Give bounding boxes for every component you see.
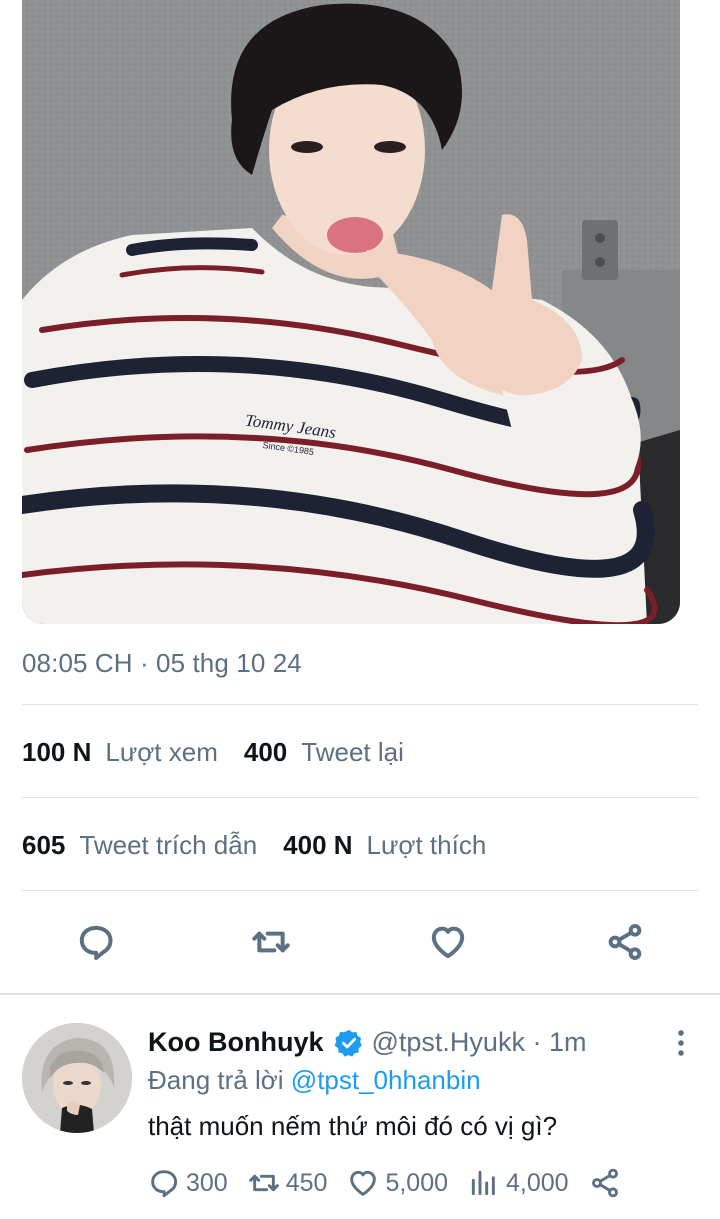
reply-like-button[interactable]: 5,000 [347,1167,448,1199]
avatar-image [22,1023,132,1133]
divider [22,797,698,798]
reply-retweet-button[interactable]: 450 [248,1167,328,1199]
heart-icon [431,926,465,959]
reply-button[interactable] [68,912,124,972]
tweet-timestamp[interactable]: 08:05 CH · 05 thg 10 24 [22,648,302,679]
divider [22,704,698,705]
quotes-count: 605 [22,830,66,860]
like-count: 5,000 [385,1168,448,1197]
stats-row-2: 605 Tweet trích dẫn 400 N Lượt thích [22,830,512,861]
reply-views-button[interactable]: 4,000 [468,1167,569,1199]
tweet-photo[interactable]: Tommy Jeans Since ©1985 [22,0,680,624]
retweets-count: 400 [243,737,288,767]
quotes-label: Tweet trích dẫn [79,830,258,860]
retweet-button[interactable] [243,912,299,972]
author-name[interactable]: Koo Bonhuyk [148,1027,324,1058]
tweet-action-bar [0,912,720,972]
reply-reply-button[interactable]: 300 [148,1167,228,1199]
stats-row-1: 100 N Lượt xem 400 Tweet lại [22,737,430,768]
verified-badge-icon [334,1029,362,1057]
likes-stat[interactable]: 400 N Lượt thích [283,830,486,861]
replying-mention[interactable]: @tpst_0hhanbin [291,1065,481,1095]
retweets-label: Tweet lại [301,737,404,767]
retweet-icon [248,1174,279,1192]
photo-illustration: Tommy Jeans Since ©1985 [22,0,680,624]
divider [22,890,698,891]
reply-action-bar: 300 450 5,000 4,000 [148,1167,647,1199]
views-count: 100 N [22,737,92,767]
replying-prefix: Đang trả lời [148,1065,284,1095]
views-stat[interactable]: 100 N Lượt xem [22,737,218,768]
share-icon [608,924,642,960]
views-label: Lượt xem [105,737,218,767]
reply-count: 300 [186,1168,228,1197]
retweets-stat[interactable]: 400 Tweet lại [244,737,404,768]
reply-header: Koo Bonhuyk @tpst.Hyukk · 1m [148,1027,586,1058]
retweet-count: 450 [285,1168,328,1197]
share-icon [591,1168,618,1198]
views-icon [471,1170,495,1196]
likes-label: Lượt thích [366,830,487,860]
heart-icon [350,1170,377,1196]
author-handle-time[interactable]: @tpst.Hyukk · 1m [372,1027,587,1058]
more-icon[interactable] [676,1029,686,1057]
replying-to: Đang trả lời @tpst_0hhanbin [148,1065,481,1096]
reply-icon [151,1170,178,1198]
retweet-icon [252,931,290,953]
share-button[interactable] [597,912,653,972]
reply-share-button[interactable] [589,1167,627,1199]
quotes-stat[interactable]: 605 Tweet trích dẫn [22,830,257,861]
like-button[interactable] [420,912,476,972]
likes-count: 400 N [283,830,353,860]
reply-icon [79,925,113,960]
views-count: 4,000 [506,1168,569,1197]
reply-tweet[interactable]: Koo Bonhuyk @tpst.Hyukk · 1m Đang trả lờ… [0,995,720,1219]
avatar[interactable] [22,1023,132,1133]
reply-text: thật muốn nếm thứ môi đó có vị gì? [148,1111,558,1141]
